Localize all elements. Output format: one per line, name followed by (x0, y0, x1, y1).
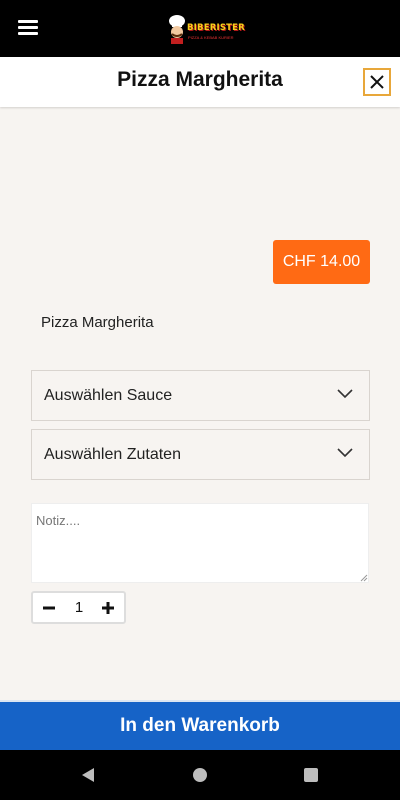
brand-logo[interactable]: BIBERISTER PIZZA & KEBAB KURIER (166, 14, 245, 46)
app-top-bar: BIBERISTER PIZZA & KEBAB KURIER (0, 0, 400, 57)
close-icon (370, 75, 384, 89)
page-title: Pizza Margherita (117, 68, 283, 91)
minus-icon[interactable] (40, 599, 58, 617)
add-to-cart-button[interactable]: In den Warenkorb (0, 700, 400, 750)
zutaten-select-label: Auswählen Zutaten (44, 446, 181, 463)
brand-name: BIBERISTER (187, 23, 245, 33)
chef-logo-icon (169, 15, 185, 44)
brand-tagline: PIZZA & KEBAB KURIER (188, 35, 234, 40)
recent-square-icon[interactable] (304, 768, 318, 782)
plus-icon[interactable] (99, 599, 117, 617)
chevron-down-icon (337, 389, 353, 399)
sauce-select-label: Auswählen Sauce (44, 387, 173, 404)
home-circle-icon[interactable] (193, 768, 207, 782)
hamburger-icon[interactable] (18, 20, 38, 36)
product-description: Pizza Margherita (41, 314, 154, 331)
chevron-down-icon (337, 448, 353, 458)
note-textarea[interactable] (31, 503, 369, 583)
zutaten-select[interactable]: Auswählen Zutaten (31, 429, 370, 480)
android-nav-bar (0, 750, 400, 800)
price-badge: CHF 14.00 (273, 240, 370, 284)
quantity-value: 1 (74, 599, 84, 616)
quantity-stepper: 1 (31, 591, 126, 624)
close-button[interactable] (363, 68, 391, 96)
product-header: Pizza Margherita (0, 57, 400, 107)
back-triangle-icon[interactable] (81, 767, 95, 783)
sauce-select[interactable]: Auswählen Sauce (31, 370, 370, 421)
resize-handle-icon[interactable] (360, 574, 368, 582)
